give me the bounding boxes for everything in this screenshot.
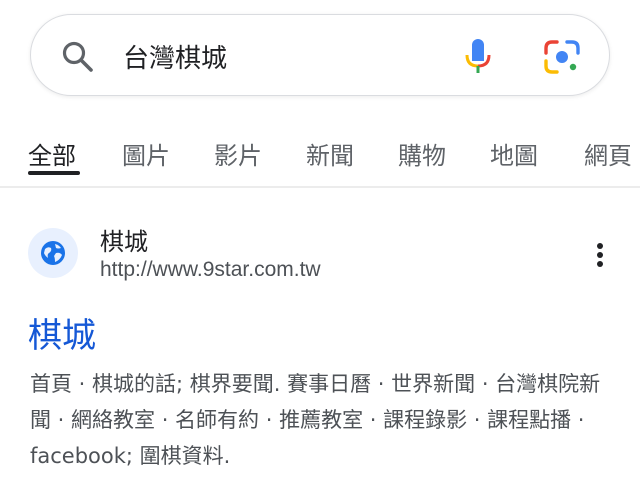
tab-all[interactable]: 全部	[28, 136, 76, 171]
tab-news[interactable]: 新聞	[306, 136, 354, 171]
site-url[interactable]: http://www.9star.com.tw	[100, 258, 321, 282]
divider	[0, 186, 640, 188]
tab-shopping[interactable]: 購物	[398, 136, 446, 171]
search-tabs: 全部 圖片 影片 新聞 購物 地圖 網頁	[0, 128, 640, 178]
result-snippet: 首頁 · 棋城的話; 棋界要聞. 賽事日曆 · 世界新聞 · 台灣棋院新聞 · …	[30, 372, 601, 468]
site-name[interactable]: 棋城	[100, 222, 148, 257]
tab-images[interactable]: 圖片	[122, 136, 170, 171]
search-icon[interactable]	[61, 40, 95, 74]
tab-videos[interactable]: 影片	[214, 136, 262, 171]
search-input[interactable]	[123, 37, 453, 75]
google-lens-icon[interactable]	[543, 39, 581, 75]
globe-icon	[41, 241, 65, 265]
microphone-icon[interactable]	[461, 37, 495, 75]
tab-web[interactable]: 網頁	[584, 136, 632, 171]
tab-maps[interactable]: 地圖	[490, 136, 538, 171]
more-vert-icon[interactable]	[588, 240, 612, 270]
search-bar[interactable]	[30, 14, 610, 96]
site-favicon[interactable]	[28, 228, 78, 278]
active-tab-indicator	[28, 171, 80, 175]
result-title-link[interactable]: 棋城	[28, 308, 96, 357]
